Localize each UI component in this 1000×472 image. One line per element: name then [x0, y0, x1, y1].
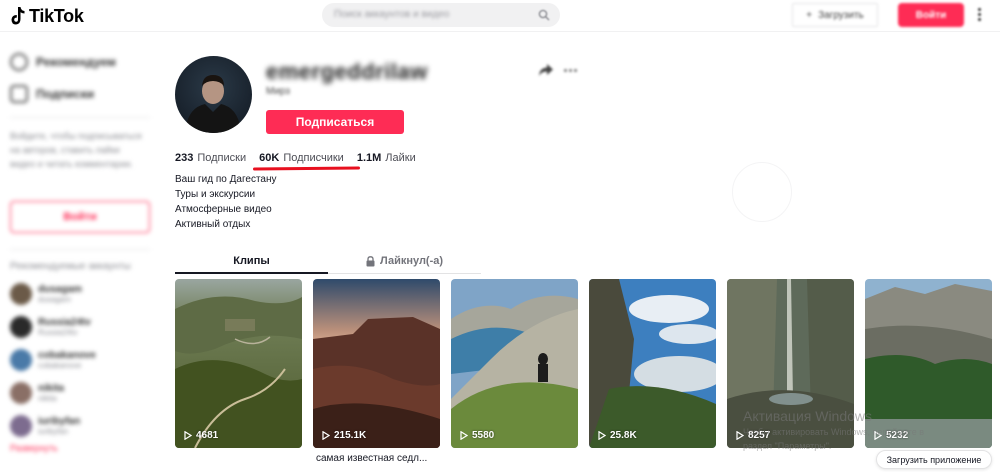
suggested-account[interactable]: nikita nikita — [10, 382, 64, 404]
sidebar-item-for-you[interactable]: Рекомендуем — [10, 53, 116, 71]
plus-icon: + — [806, 9, 813, 21]
video-thumbnail — [313, 279, 440, 448]
profile-stats: 233 Подписки 60K Подписчики 1.1M Лайки — [175, 152, 429, 164]
get-app-button[interactable]: Загрузить приложение — [876, 450, 992, 469]
home-icon — [10, 53, 28, 71]
bio-line: Активный отдых — [175, 219, 251, 230]
play-icon — [736, 431, 744, 440]
share-icon[interactable] — [538, 63, 554, 77]
search-icon[interactable] — [538, 9, 550, 21]
see-all-link[interactable]: Развернуть — [10, 443, 58, 453]
more-options-icon[interactable] — [564, 65, 584, 75]
profile-username: emergeddrilaw — [266, 59, 428, 84]
video-card[interactable]: 25.8K — [589, 279, 716, 448]
following-icon — [10, 85, 28, 103]
profile-tabs: Клипы Лайкнул(-а) — [175, 249, 481, 274]
view-count: 5232 — [874, 430, 908, 441]
suggested-account[interactable]: dusagam dusagam — [10, 283, 82, 305]
follow-button[interactable]: Подписаться — [266, 110, 404, 134]
active-tab-indicator — [175, 272, 328, 274]
play-icon — [874, 431, 882, 440]
avatar — [10, 415, 32, 437]
sidebar-item-label: Подписки — [36, 87, 95, 101]
login-prompt-text: Войдите, чтобы подписываться на авторов,… — [10, 131, 142, 169]
video-caption[interactable]: самая известная седл... — [316, 453, 427, 464]
video-thumbnail — [175, 279, 302, 448]
view-count: 25.8K — [598, 430, 637, 441]
divider — [10, 249, 150, 250]
video-thumbnail — [589, 279, 716, 448]
view-count: 4681 — [184, 430, 218, 441]
stat-likes: 1.1M Лайки — [357, 152, 416, 164]
followers-highlight-underline — [252, 166, 361, 171]
logo-text: TikTok — [29, 5, 84, 26]
decorative-circle — [732, 162, 792, 222]
avatar — [10, 349, 32, 371]
bio-line: Туры и экскурсии — [175, 189, 256, 200]
sidebar-item-following[interactable]: Подписки — [10, 85, 94, 103]
stat-value: 233 — [175, 152, 194, 164]
tab-clips[interactable]: Клипы — [175, 249, 328, 273]
bio-line: Ваш гид по Дагестану — [175, 174, 277, 185]
tiktok-logo[interactable]: TikTok — [10, 5, 84, 27]
video-card[interactable]: 8257 — [727, 279, 854, 448]
search-placeholder: Поиск аккаунтов и видео — [334, 9, 450, 20]
view-count: 8257 — [736, 430, 770, 441]
suggested-accounts-heading: Рекомендуемые аккаунты — [10, 261, 131, 272]
view-count: 215.1K — [322, 430, 366, 441]
bio-line: Атмосферные видео — [175, 204, 272, 215]
profile-bio: Ваш гид по Дагестану Туры и экскурсии Ат… — [175, 172, 277, 232]
profile-nickname: Мирз — [266, 86, 290, 97]
video-card[interactable]: 5232 — [865, 279, 992, 448]
play-icon — [460, 431, 468, 440]
profile-avatar — [175, 56, 252, 133]
video-card[interactable]: 4681 — [175, 279, 302, 448]
stat-value: 1.1M — [356, 152, 382, 164]
sidebar: Рекомендуем Подписки Войдите, чтобы подп… — [0, 33, 160, 472]
stat-label: Подписчики — [283, 152, 344, 164]
tab-liked[interactable]: Лайкнул(-а) — [328, 249, 481, 273]
stat-label: Подписки — [197, 152, 247, 164]
upload-button[interactable]: + Загрузить — [792, 3, 878, 27]
view-count: 5580 — [460, 430, 494, 441]
avatar — [10, 283, 32, 305]
stat-followers[interactable]: 60K Подписчики — [259, 152, 344, 164]
avatar — [10, 316, 32, 338]
divider — [10, 117, 150, 118]
stat-value: 60K — [259, 152, 280, 164]
sidebar-item-label: Рекомендуем — [36, 55, 116, 69]
play-icon — [322, 431, 330, 440]
avatar — [10, 382, 32, 404]
video-thumbnail — [865, 279, 992, 448]
search-input[interactable]: Поиск аккаунтов и видео — [322, 3, 560, 27]
sidebar-login-button[interactable]: Войти — [10, 201, 150, 233]
suggested-account[interactable]: iuribyfan iuribyfan — [10, 415, 80, 437]
play-icon — [184, 431, 192, 440]
stat-following[interactable]: 233 Подписки — [175, 152, 246, 164]
video-thumbnail — [451, 279, 578, 448]
video-thumbnail — [727, 279, 854, 448]
top-bar: TikTok Поиск аккаунтов и видео + Загрузи… — [0, 0, 1000, 32]
video-card[interactable]: 5580 — [451, 279, 578, 448]
video-card[interactable]: 215.1K — [313, 279, 440, 448]
person-photo — [185, 75, 241, 133]
suggested-account[interactable]: Russia24tv Russia24tv — [10, 316, 91, 338]
suggested-account[interactable]: cobakanove cobakanove — [10, 349, 96, 371]
stat-label: Лайки — [385, 152, 416, 164]
login-button[interactable]: Войти — [898, 3, 964, 27]
play-icon — [598, 431, 606, 440]
more-menu-icon[interactable] — [976, 8, 982, 22]
lock-icon — [366, 255, 375, 266]
tiktok-note-icon — [11, 7, 25, 25]
upload-label: Загрузить — [818, 9, 864, 21]
